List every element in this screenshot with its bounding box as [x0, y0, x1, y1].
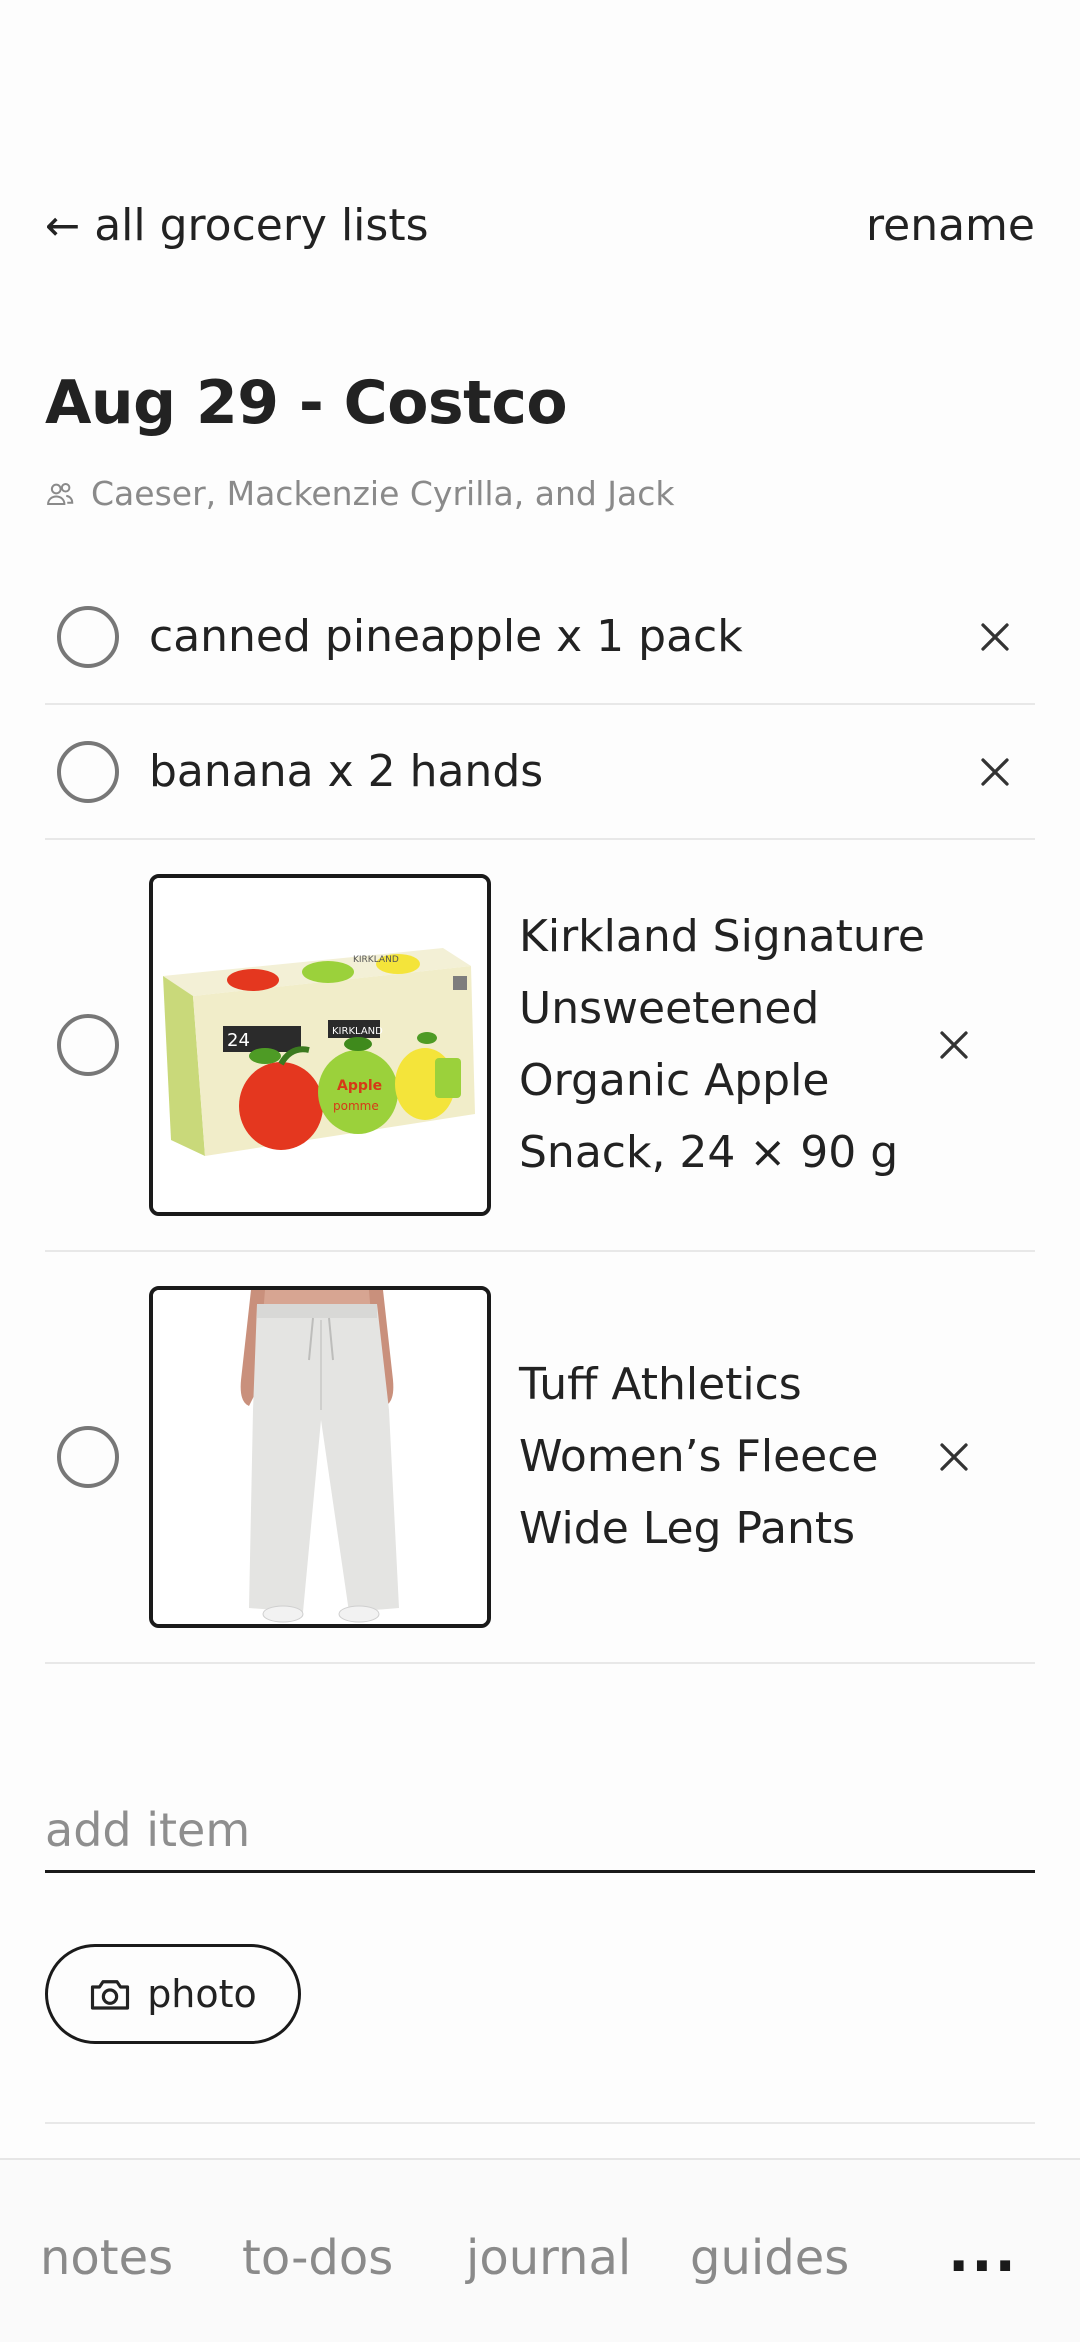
item-checkbox[interactable] [57, 1014, 119, 1076]
nav-notes[interactable]: notes [40, 2230, 173, 2286]
remove-item-button[interactable] [929, 1432, 979, 1482]
photo-button-label: photo [147, 1972, 257, 2016]
item-label: Tuff Athletics Women’s Fleece Wide Leg P… [519, 1359, 879, 1554]
fleece-pants-image [153, 1290, 487, 1624]
list-title: Aug 29 - Costco [45, 368, 568, 438]
back-link-label: all grocery lists [94, 199, 429, 251]
item-checkbox[interactable] [57, 605, 119, 668]
item-label: banana x 2 hands [149, 746, 544, 797]
top-bar: ← all grocery lists rename [45, 190, 1035, 260]
nav-journal[interactable]: journal [466, 2230, 631, 2286]
close-icon [940, 1031, 968, 1059]
apple-snack-image: 24 KIRKLAND Apple pomme KIRKLAND [153, 878, 487, 1212]
list-item: Tuff Athletics Women’s Fleece Wide Leg P… [45, 1252, 1035, 1664]
close-icon [981, 622, 1009, 651]
close-icon [940, 1443, 968, 1471]
svg-text:KIRKLAND: KIRKLAND [353, 955, 399, 965]
nav-guides[interactable]: guides [690, 2230, 849, 2286]
nav-to-dos[interactable]: to-dos [242, 2230, 393, 2286]
list-item: canned pineapple x 1 pack [45, 570, 1035, 705]
item-checkbox[interactable] [57, 740, 119, 803]
add-item-input[interactable] [45, 1790, 1035, 1873]
bottom-nav: notes to-dos journal guides ... [0, 2158, 1080, 2342]
grocery-list: canned pineapple x 1 pack banana x 2 han… [45, 570, 1035, 1664]
camera-icon [91, 1980, 130, 2010]
remove-item-button[interactable] [970, 747, 1020, 797]
remove-item-button[interactable] [929, 1020, 979, 1070]
svg-text:Apple: Apple [337, 1078, 382, 1094]
svg-text:KIRKLAND: KIRKLAND [332, 1026, 383, 1037]
rename-button[interactable]: rename [866, 200, 1035, 251]
svg-text:pomme: pomme [333, 1099, 379, 1113]
item-checkbox[interactable] [57, 1426, 119, 1488]
remove-item-button[interactable] [970, 612, 1020, 662]
back-to-lists-link[interactable]: ← all grocery lists [45, 200, 429, 251]
people-icon [47, 482, 74, 505]
apple-snack-thumbnail[interactable]: 24 KIRKLAND Apple pomme KIRKLAND [149, 874, 491, 1216]
divider [45, 2122, 1035, 2124]
members-label: Caeser, Mackenzie Cyrilla, and Jack [91, 474, 675, 513]
fleece-pants-thumbnail[interactable] [149, 1286, 491, 1628]
svg-text:24: 24 [227, 1030, 250, 1051]
item-label: canned pineapple x 1 pack [149, 611, 743, 662]
list-item: banana x 2 hands [45, 705, 1035, 840]
back-arrow-icon: ← [45, 200, 81, 250]
photo-button[interactable]: photo [45, 1944, 301, 2044]
list-item: 24 KIRKLAND Apple pomme KIRKLAND Kirklan… [45, 840, 1035, 1252]
more-icon[interactable]: ... [948, 2220, 1018, 2285]
members-line: Caeser, Mackenzie Cyrilla, and Jack [45, 474, 675, 513]
item-label: Kirkland Signature Unsweetened Organic A… [519, 911, 925, 1178]
close-icon [981, 757, 1009, 786]
